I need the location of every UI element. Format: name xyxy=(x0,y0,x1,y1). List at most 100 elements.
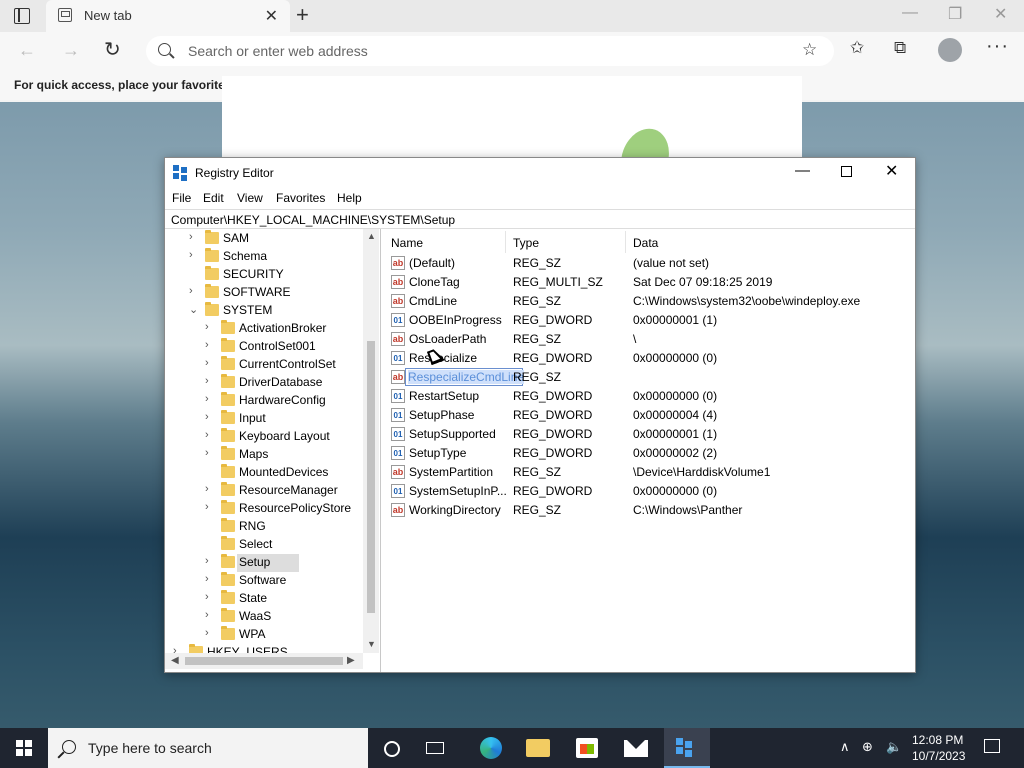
tree-item[interactable]: › ControlSet001 xyxy=(165,338,361,356)
table-row[interactable]: ab RespecializeCmdLine REG_SZ xyxy=(385,368,915,387)
back-button[interactable]: ← xyxy=(18,40,36,61)
table-row[interactable]: 01 SetupPhase REG_DWORD 0x00000004 (4) xyxy=(385,406,915,425)
tree-item[interactable]: › WaaS xyxy=(165,608,361,626)
new-tab-button[interactable]: + xyxy=(296,2,309,28)
browser-minimize-button[interactable]: — xyxy=(902,4,918,22)
menu-file[interactable]: File xyxy=(172,191,191,205)
tree-vertical-scrollbar[interactable]: ▲ ▼ xyxy=(363,229,379,653)
scroll-left-icon[interactable]: ◀ xyxy=(171,655,179,666)
browser-close-button[interactable]: ✕ xyxy=(994,4,1007,24)
menu-edit[interactable]: Edit xyxy=(203,191,224,205)
table-row[interactable]: 01 OOBEInProgress REG_DWORD 0x00000001 (1) xyxy=(385,311,915,330)
column-separator[interactable] xyxy=(505,231,506,253)
file-explorer-icon[interactable] xyxy=(526,739,550,757)
table-row[interactable]: ab CloneTag REG_MULTI_SZ Sat Dec 07 09:18:2… xyxy=(385,273,915,292)
cortana-icon[interactable] xyxy=(378,734,406,762)
tree-item[interactable]: › ResourcePolicyStore xyxy=(165,500,361,518)
tree-item[interactable]: › State xyxy=(165,590,361,608)
tree-item[interactable]: › Keyboard Layout xyxy=(165,428,361,446)
table-row[interactable]: ab CmdLine REG_SZ C:\Windows\system32\oobe\… xyxy=(385,292,915,311)
expand-chevron-icon[interactable]: › xyxy=(205,357,209,369)
add-favorite-icon[interactable]: ☆ xyxy=(802,40,817,60)
address-path-bar[interactable]: Computer\HKEY_LOCAL_MACHINE\SYSTEM\Setup xyxy=(165,209,915,229)
expand-chevron-icon[interactable]: › xyxy=(205,429,209,441)
registry-editor-taskbar-icon[interactable] xyxy=(676,738,696,758)
tree-item[interactable]: › DriverDatabase xyxy=(165,374,361,392)
table-row[interactable]: 01 RestartSetup REG_DWORD 0x00000000 (0) xyxy=(385,387,915,406)
browser-restore-button[interactable]: ❐ xyxy=(948,4,962,24)
table-row[interactable]: 01 SystemSetupInP... REG_DWORD 0x00000000 (… xyxy=(385,482,915,501)
taskbar-search-box[interactable]: Type here to search xyxy=(48,728,368,768)
clock-date[interactable]: 10/7/2023 xyxy=(912,749,965,763)
volume-muted-icon[interactable]: 🔈 xyxy=(886,739,902,755)
expand-chevron-icon[interactable]: › xyxy=(205,483,209,495)
expand-chevron-icon[interactable]: › xyxy=(205,447,209,459)
table-row[interactable]: 01 SetupSupported REG_DWORD 0x00000001 (1) xyxy=(385,425,915,444)
mail-icon[interactable] xyxy=(624,740,648,757)
chevron-up-icon[interactable]: ∧ xyxy=(840,739,850,755)
tree-item[interactable]: SECURITY xyxy=(165,266,361,284)
maximize-button[interactable] xyxy=(841,166,852,177)
tree-item[interactable]: › Schema xyxy=(165,248,361,266)
task-view-icon[interactable] xyxy=(426,742,444,754)
expand-chevron-icon[interactable]: › xyxy=(205,393,209,405)
close-tab-icon[interactable]: ✕ xyxy=(265,6,278,26)
address-input[interactable]: Search or enter web address xyxy=(188,43,368,59)
tree-item[interactable]: › SOFTWARE xyxy=(165,284,361,302)
tree-item[interactable]: › CurrentControlSet xyxy=(165,356,361,374)
table-row[interactable]: ab SystemPartition REG_SZ \Device\HarddiskV… xyxy=(385,463,915,482)
tree-item[interactable]: › HardwareConfig xyxy=(165,392,361,410)
column-header-data[interactable]: Data xyxy=(633,236,658,250)
scroll-thumb-horizontal[interactable] xyxy=(185,657,343,665)
expand-chevron-icon[interactable]: › xyxy=(189,231,193,243)
scroll-up-icon[interactable]: ▲ xyxy=(367,231,376,241)
expand-chevron-icon[interactable]: › xyxy=(205,591,209,603)
tree-item[interactable]: ⌄ SYSTEM xyxy=(165,302,361,320)
expand-chevron-icon[interactable]: ⌄ xyxy=(189,303,198,316)
table-row[interactable]: ab OsLoaderPath REG_SZ \ xyxy=(385,330,915,349)
expand-chevron-icon[interactable]: › xyxy=(205,609,209,621)
tab-new-tab[interactable]: New tab ✕ xyxy=(46,0,290,32)
taskbar-search-input[interactable]: Type here to search xyxy=(88,740,212,756)
edge-icon[interactable] xyxy=(478,734,506,762)
expand-chevron-icon[interactable]: › xyxy=(205,573,209,585)
tree-item[interactable]: RNG xyxy=(165,518,361,536)
tree-item[interactable]: › ResourceManager xyxy=(165,482,361,500)
title-bar[interactable]: Registry Editor — ✕ xyxy=(165,158,915,188)
refresh-button[interactable]: ↻ xyxy=(104,37,121,62)
tree-item[interactable]: MountedDevices xyxy=(165,464,361,482)
menu-favorites[interactable]: Favorites xyxy=(276,191,325,205)
notification-icon[interactable] xyxy=(984,739,1000,753)
minimize-button[interactable]: — xyxy=(795,162,810,179)
table-row[interactable]: 01 SetupType REG_DWORD 0x00000002 (2) xyxy=(385,444,915,463)
expand-chevron-icon[interactable]: › xyxy=(189,249,193,261)
more-menu-icon[interactable]: ··· xyxy=(986,35,1009,58)
rename-text[interactable]: RespecializeCmdLine xyxy=(408,370,525,384)
address-bar[interactable]: Search or enter web address ☆ xyxy=(146,36,834,66)
expand-chevron-icon[interactable]: › xyxy=(205,555,209,567)
tree-item[interactable]: › Input xyxy=(165,410,361,428)
table-row[interactable]: 01 Respecialize REG_DWORD 0x00000000 (0) xyxy=(385,349,915,368)
expand-chevron-icon[interactable]: › xyxy=(205,501,209,513)
expand-chevron-icon[interactable]: › xyxy=(205,411,209,423)
network-icon[interactable]: ⊕ xyxy=(862,739,873,755)
start-button[interactable] xyxy=(16,740,32,756)
tree-item[interactable]: › WPA xyxy=(165,626,361,644)
scroll-right-icon[interactable]: ▶ xyxy=(347,655,355,666)
menu-help[interactable]: Help xyxy=(337,191,362,205)
column-header-type[interactable]: Type xyxy=(513,236,539,250)
table-row[interactable]: ab (Default) REG_SZ (value not set) xyxy=(385,254,915,273)
avatar[interactable] xyxy=(938,38,962,62)
column-separator[interactable] xyxy=(625,231,626,253)
column-header-name[interactable]: Name xyxy=(391,236,423,250)
scroll-down-icon[interactable]: ▼ xyxy=(367,639,376,649)
scroll-thumb[interactable] xyxy=(367,341,375,613)
expand-chevron-icon[interactable]: › xyxy=(205,339,209,351)
table-row[interactable]: ab WorkingDirectory REG_SZ C:\Windows\Panth… xyxy=(385,501,915,520)
clock-time[interactable]: 12:08 PM xyxy=(912,733,963,747)
tab-actions-icon[interactable] xyxy=(14,8,30,24)
rename-input[interactable]: RespecializeCmdLine xyxy=(405,368,525,386)
tree-horizontal-scrollbar[interactable]: ◀ ▶ xyxy=(165,653,363,669)
tree-item[interactable]: › Setup xyxy=(165,554,361,572)
expand-chevron-icon[interactable]: › xyxy=(189,285,193,297)
